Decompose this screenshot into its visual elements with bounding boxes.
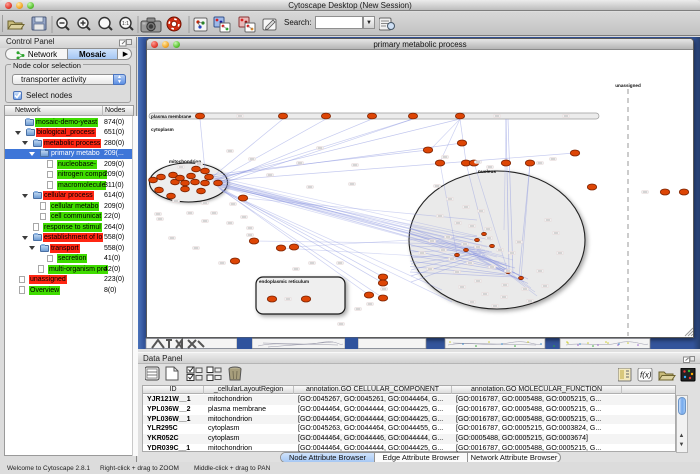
svg-text:cytoplasm: cytoplasm (151, 127, 174, 132)
svg-text:unassigned: unassigned (615, 83, 641, 88)
svg-text:nucleus: nucleus (478, 169, 496, 175)
svg-text:1:1: 1:1 (122, 21, 129, 27)
svg-text:f(x): f(x) (640, 371, 652, 380)
svg-text:plasma membrane: plasma membrane (151, 114, 192, 119)
svg-text:endoplasmic reticulum: endoplasmic reticulum (259, 279, 309, 284)
